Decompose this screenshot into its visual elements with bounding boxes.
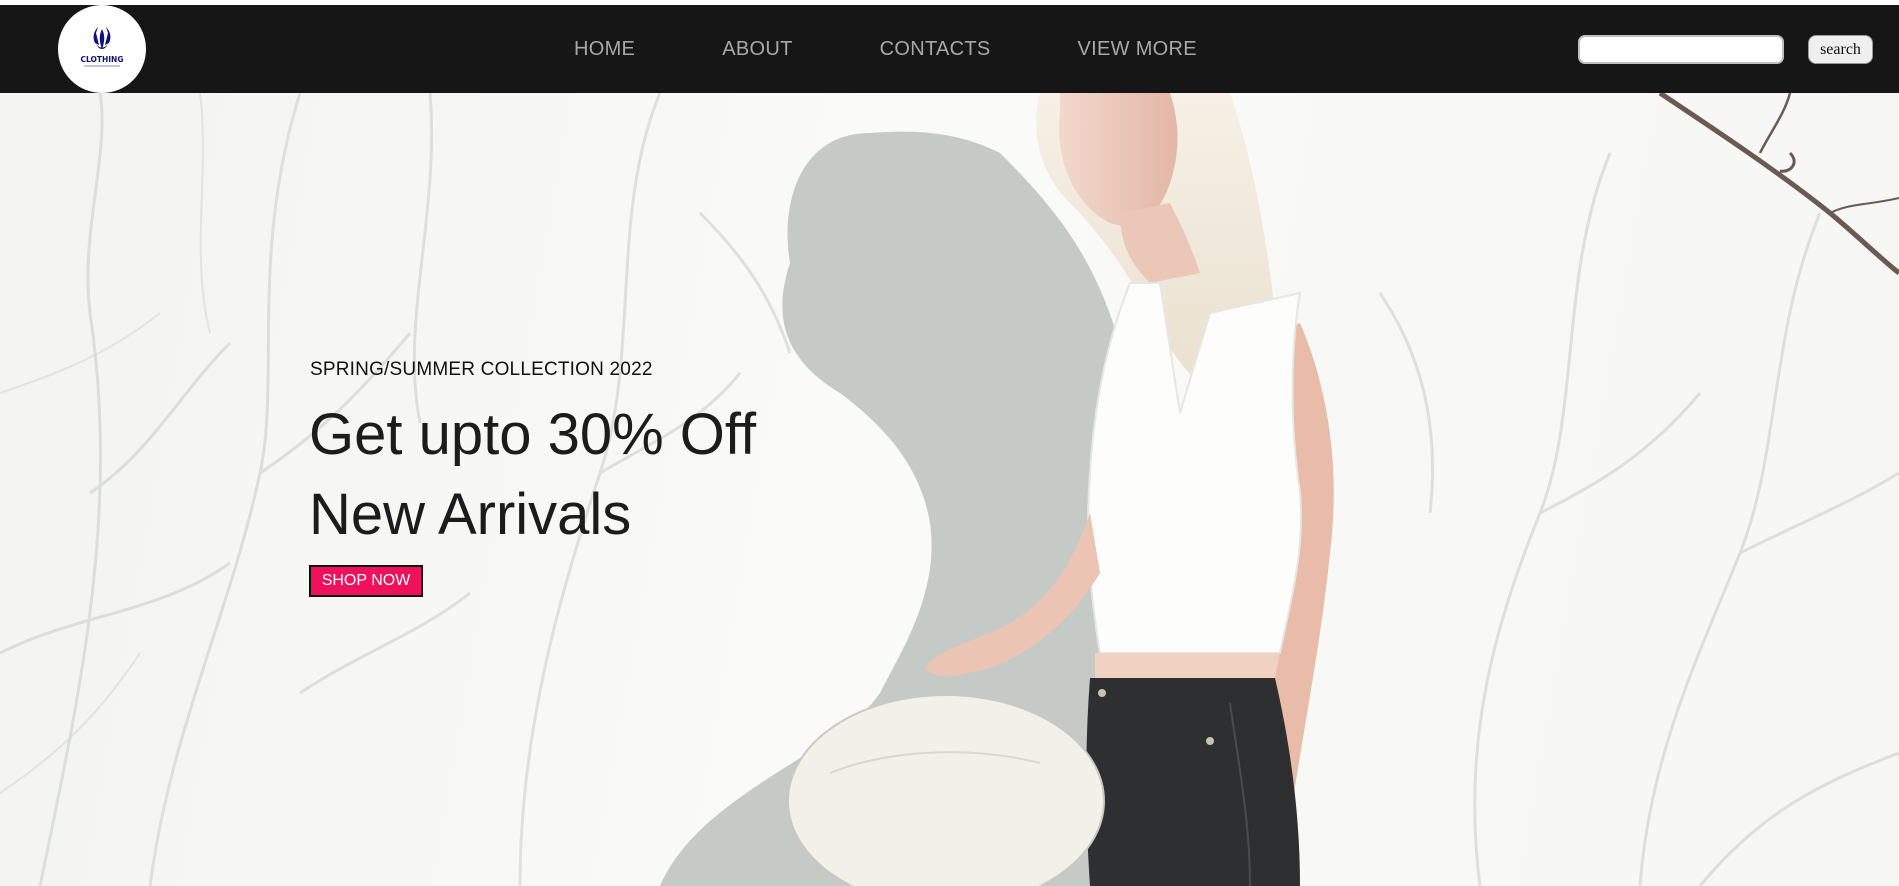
- hero-subtitle: SPRING/SUMMER COLLECTION 2022: [310, 359, 653, 380]
- nav-view-more[interactable]: VIEW MORE: [1078, 38, 1197, 61]
- navbar: CLOTHING HOME ABOUT CONTACTS VIEW MORE s…: [0, 5, 1899, 93]
- nav-home[interactable]: HOME: [574, 38, 635, 61]
- shop-now-button[interactable]: SHOP NOW: [309, 565, 423, 597]
- hero-banner: SPRING/SUMMER COLLECTION 2022 Get upto 3…: [0, 93, 1899, 886]
- nav-contacts[interactable]: CONTACTS: [880, 38, 991, 61]
- nav-about[interactable]: ABOUT: [722, 38, 792, 61]
- brand-logo[interactable]: CLOTHING: [58, 5, 146, 93]
- search-button[interactable]: search: [1808, 35, 1873, 64]
- hero-photo: [0, 93, 1899, 886]
- search-input[interactable]: [1578, 35, 1784, 64]
- logo-text: CLOTHING: [80, 55, 123, 64]
- main-nav: HOME ABOUT CONTACTS VIEW MORE: [574, 5, 1284, 93]
- hero-headline-2: New Arrivals: [309, 482, 632, 547]
- hero-headline: Get upto 30% Off: [309, 402, 757, 467]
- logo-icon: CLOTHING: [80, 27, 124, 67]
